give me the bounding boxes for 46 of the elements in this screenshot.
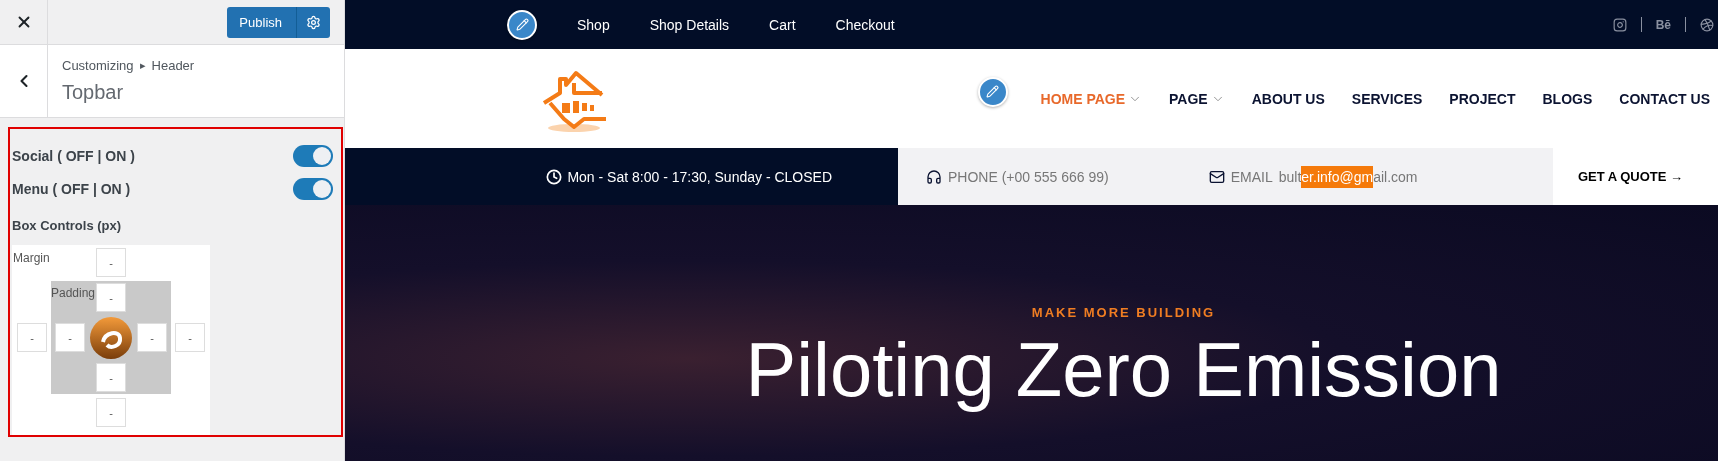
top-nav-link[interactable]: Shop Details	[649, 16, 730, 33]
box-input[interactable]: -	[55, 323, 85, 352]
breadcrumb-separator: ▸	[139, 59, 146, 72]
edit-pencil-button[interactable]	[507, 9, 537, 40]
box-input[interactable]: -	[96, 363, 126, 392]
top-nav-link[interactable]: Checkout	[835, 16, 895, 33]
clock-icon	[546, 168, 563, 185]
behance-link[interactable]: Bē	[1655, 17, 1671, 32]
top-nav-link[interactable]: Shop	[577, 16, 610, 33]
mail-icon	[1208, 168, 1225, 185]
box-input[interactable]: -	[137, 323, 167, 352]
logo-icon	[89, 315, 133, 360]
instagram-icon[interactable]	[1612, 17, 1627, 32]
toggle-switch[interactable]	[293, 144, 333, 167]
box-input[interactable]: -	[175, 323, 205, 352]
publish-button[interactable]: Publish	[227, 6, 296, 38]
menu-item[interactable]: PROJECT	[1449, 90, 1516, 107]
toggle-label: Menu ( OFF | ON )	[12, 181, 131, 198]
panel-title: Topbar	[62, 81, 125, 104]
toggle-switch[interactable]	[293, 178, 333, 201]
box-input[interactable]: -	[17, 323, 47, 352]
toggle-label: Social ( OFF | ON )	[12, 147, 135, 164]
hero-eyebrow: MAKE MORE BUILDING	[1031, 305, 1216, 320]
menu-item[interactable]: ABOUT US	[1251, 90, 1325, 107]
headset-icon	[926, 168, 942, 185]
box-input[interactable]: -	[96, 248, 126, 277]
dribbble-icon[interactable]	[1700, 17, 1714, 32]
top-nav-link[interactable]: Cart	[769, 16, 796, 33]
menu-item[interactable]: PAGE	[1169, 90, 1225, 107]
gear-icon	[306, 14, 321, 30]
pencil-icon	[986, 85, 999, 98]
margin-label: Margin	[13, 251, 50, 265]
section-label: Box Controls (px)	[12, 218, 123, 233]
email-text: bulter.info@gmail.com	[1278, 168, 1418, 185]
box-input[interactable]: -	[96, 398, 126, 427]
menu-item[interactable]: BLOGS	[1542, 90, 1593, 107]
padding-label: Padding	[51, 286, 96, 300]
email-label: EMAIL	[1230, 168, 1273, 185]
pencil-icon	[515, 18, 529, 31]
menu-item[interactable]: CONTACT US	[1619, 90, 1710, 107]
menu-item[interactable]: SERVICES	[1351, 90, 1423, 107]
hours-text: Mon - Sat 8:00 - 17:30, Sunday - CLOSED	[567, 168, 832, 185]
phone-text: PHONE (+00 555 666 99)	[948, 168, 1109, 185]
breadcrumb-text: Header	[151, 58, 195, 73]
breadcrumb-text: Customizing	[62, 58, 134, 73]
box-input[interactable]: -	[96, 283, 126, 312]
